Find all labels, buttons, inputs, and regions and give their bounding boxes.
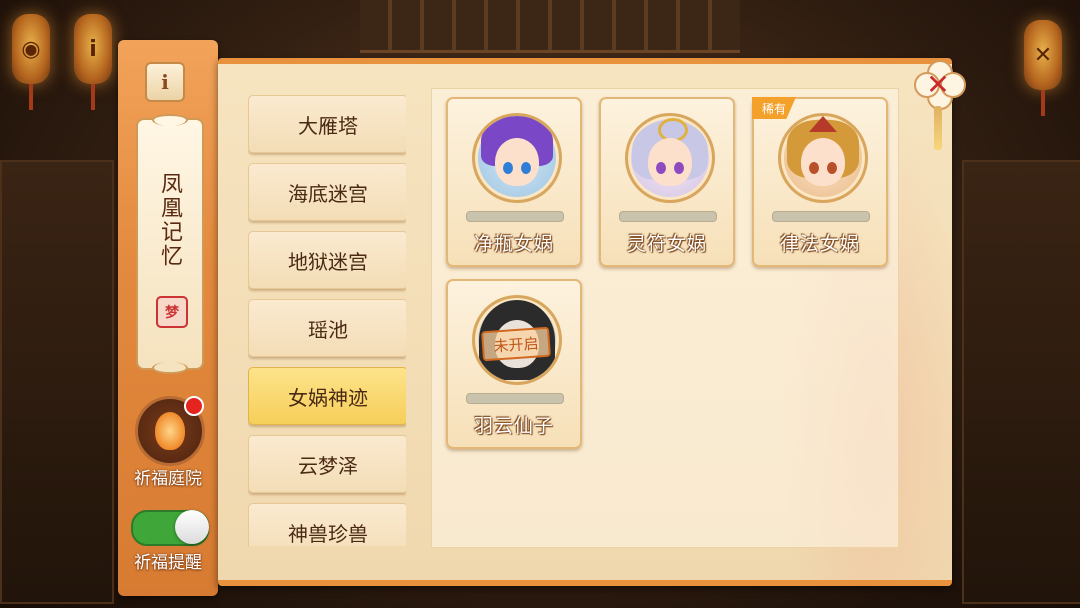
character-grid: 净瓶女娲 灵符女娲 稀有 律法女娲 未开启 羽云仙子 — [431, 88, 899, 548]
phoenix-memory-label: 凤凰记忆 — [157, 172, 182, 268]
character-portrait — [778, 113, 868, 203]
progress-bar — [466, 211, 564, 222]
character-card[interactable]: 稀有 律法女娲 — [752, 97, 888, 267]
info-icon: i — [161, 70, 169, 94]
menu-item-yunmengze[interactable]: 云梦泽 — [248, 435, 406, 493]
progress-bar — [466, 393, 564, 404]
character-card[interactable]: 灵符女娲 — [599, 97, 735, 267]
info-button[interactable]: i — [145, 62, 185, 102]
notification-dot — [184, 396, 204, 416]
face-shape — [801, 138, 845, 186]
menu-item-label: 瑶池 — [308, 317, 348, 342]
menu-item-hell-maze[interactable]: 地狱迷宫 — [248, 231, 406, 289]
menu-item-divine-beasts[interactable]: 神兽珍兽 — [248, 503, 406, 546]
menu-item-nuwa-relic[interactable]: 女娲神迹 — [248, 367, 406, 425]
menu-item-label: 云梦泽 — [298, 453, 358, 478]
info-lantern-icon: i — [74, 14, 112, 110]
menu-item-yaochi[interactable]: 瑶池 — [248, 299, 406, 357]
menu-item-label: 神兽珍兽 — [288, 521, 368, 546]
eye-shape — [656, 162, 666, 174]
character-name: 律法女娲 — [779, 233, 860, 255]
menu-item-dayanta[interactable]: 大雁塔 — [248, 95, 406, 153]
close-button[interactable]: ✕ — [914, 60, 966, 110]
phoenix-memory-tab[interactable]: 凤凰记忆 梦 — [136, 114, 204, 374]
character-name: 净瓶女娲 — [473, 233, 554, 255]
location-menu: 大雁塔 海底迷宫 地狱迷宫 瑶池 女娲神迹 云梦泽 神兽珍兽 — [248, 95, 406, 546]
close-icon: ✕ — [926, 67, 950, 101]
menu-item-undersea-maze[interactable]: 海底迷宫 — [248, 163, 406, 221]
progress-bar — [772, 211, 870, 222]
rare-badge: 稀有 — [752, 97, 796, 119]
menu-item-label: 地狱迷宫 — [288, 249, 368, 274]
face-shape — [495, 138, 539, 186]
character-portrait — [472, 113, 562, 203]
menu-item-label: 海底迷宫 — [288, 181, 368, 206]
background-bookshelf-left — [0, 160, 114, 604]
dream-badge-icon: 梦 — [156, 296, 188, 328]
reminder-label: 祈福提醒 — [134, 553, 202, 573]
background-lattice-window — [360, 0, 740, 53]
background-bookshelf-right — [962, 160, 1080, 604]
sky-lantern-icon — [155, 412, 185, 450]
sword-lantern-icon: ✕ — [1024, 20, 1062, 116]
left-side-panel: i 凤凰记忆 梦 祈福庭院 祈福提醒 — [118, 40, 218, 596]
character-card[interactable]: 净瓶女娲 — [446, 97, 582, 267]
eye-shape — [674, 162, 684, 174]
character-name: 羽云仙子 — [473, 415, 554, 437]
character-portrait — [625, 113, 715, 203]
tassel-decoration — [934, 106, 942, 150]
eye-shape — [809, 162, 819, 174]
eye-shape — [503, 162, 513, 174]
eye-lantern-icon: ◉ — [12, 14, 50, 110]
progress-bar — [619, 211, 717, 222]
character-name: 灵符女娲 — [626, 233, 707, 255]
toggle-knob — [175, 510, 209, 544]
eye-shape — [521, 162, 531, 174]
courtyard-label: 祈福庭院 — [134, 469, 202, 489]
face-shape — [648, 138, 692, 186]
locked-stamp: 未开启 — [481, 326, 551, 362]
reminder-toggle[interactable] — [131, 510, 209, 546]
menu-item-label: 女娲神迹 — [288, 385, 368, 410]
menu-item-label: 大雁塔 — [298, 113, 358, 138]
character-card-locked[interactable]: 未开启 羽云仙子 — [446, 279, 582, 449]
eye-shape — [827, 162, 837, 174]
